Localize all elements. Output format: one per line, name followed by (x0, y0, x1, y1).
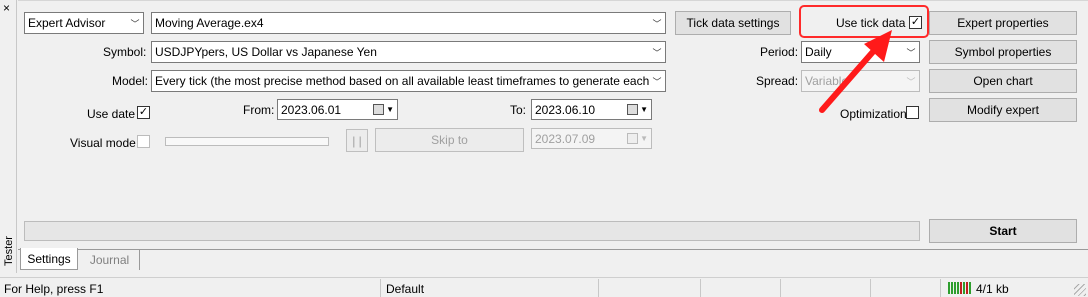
chevron-down-icon: ﹀ (652, 76, 662, 87)
chevron-down-icon: ▼ (640, 105, 648, 114)
resize-grip-icon[interactable] (1074, 284, 1086, 296)
model-value: Every tick (the most precise method base… (155, 74, 649, 88)
open-chart-button[interactable]: Open chart (929, 69, 1077, 93)
expert-properties-button[interactable]: Expert properties (929, 11, 1077, 35)
expert-type-select[interactable]: Expert Advisor ﹀ (24, 12, 144, 34)
calendar-icon (373, 104, 385, 115)
visual-speed-slider[interactable] (165, 137, 329, 146)
close-icon[interactable]: × (3, 2, 10, 14)
tab-journal[interactable]: Journal (80, 250, 140, 270)
chevron-down-icon: ﹀ (652, 47, 662, 58)
status-divider (870, 279, 871, 297)
symbol-label: Symbol: (103, 45, 147, 59)
chevron-down-icon: ﹀ (652, 18, 662, 29)
status-traffic: 4/1 kb (976, 282, 1009, 296)
chevron-down-icon: ▼ (640, 134, 648, 143)
settings-panel (18, 0, 1088, 249)
tester-side-panel: × Tester (0, 0, 17, 273)
visual-mode-checkbox[interactable] (137, 135, 150, 148)
chevron-down-icon: ﹀ (130, 18, 140, 29)
from-date-picker[interactable]: 2023.06.01 ▼ (277, 99, 398, 120)
status-bar (0, 277, 1088, 297)
status-divider (380, 279, 381, 297)
symbol-properties-button[interactable]: Symbol properties (929, 40, 1077, 64)
period-label: Period: (760, 45, 799, 59)
model-select[interactable]: Every tick (the most precise method base… (151, 70, 666, 92)
test-progress-bar (24, 221, 920, 241)
expert-file-select[interactable]: Moving Average.ex4 ﹀ (151, 12, 666, 34)
tab-settings[interactable]: Settings (20, 248, 78, 270)
from-label: From: (243, 103, 275, 117)
to-date-picker[interactable]: 2023.06.10 ▼ (531, 99, 652, 120)
tester-panel-title: Tester (3, 236, 15, 266)
model-label: Model: (112, 74, 149, 88)
tick-data-settings-button[interactable]: Tick data settings (675, 11, 791, 35)
expert-type-value: Expert Advisor (28, 16, 106, 30)
use-date-label: Use date (87, 107, 136, 121)
skip-to-button[interactable]: Skip to (375, 128, 524, 152)
status-divider (780, 279, 781, 297)
expert-file-value: Moving Average.ex4 (155, 16, 264, 30)
use-date-checkbox[interactable]: ✓ (137, 106, 150, 119)
to-date-value: 2023.06.10 (535, 102, 596, 117)
status-divider (598, 279, 599, 297)
visual-mode-label: Visual mode (70, 136, 136, 150)
traffic-meter-icon (948, 282, 972, 294)
pause-button[interactable]: | | (346, 129, 368, 152)
chevron-down-icon: ▼ (386, 105, 394, 114)
calendar-icon (627, 133, 639, 144)
calendar-icon (627, 104, 639, 115)
status-help-text: For Help, press F1 (4, 282, 104, 296)
tab-journal-label: Journal (89, 253, 130, 267)
symbol-value: USDJPYpers, US Dollar vs Japanese Yen (155, 45, 377, 59)
start-button[interactable]: Start (929, 219, 1077, 243)
spread-label: Spread: (756, 74, 799, 88)
tab-bar (18, 249, 1088, 273)
symbol-select[interactable]: USDJPYpers, US Dollar vs Japanese Yen ﹀ (151, 41, 666, 63)
skip-to-date-picker[interactable]: 2023.07.09 ▼ (531, 128, 652, 149)
skip-to-date-value: 2023.07.09 (535, 131, 596, 146)
use-tick-data-checkbox[interactable]: ✓ (909, 16, 922, 29)
status-divider (700, 279, 701, 297)
status-divider (940, 279, 941, 297)
tab-settings-label: Settings (27, 251, 71, 266)
status-profile: Default (386, 282, 425, 296)
modify-expert-button[interactable]: Modify expert (929, 98, 1077, 122)
annotation-arrow-icon (819, 30, 892, 113)
from-date-value: 2023.06.01 (281, 102, 342, 117)
to-label: To: (510, 103, 527, 117)
